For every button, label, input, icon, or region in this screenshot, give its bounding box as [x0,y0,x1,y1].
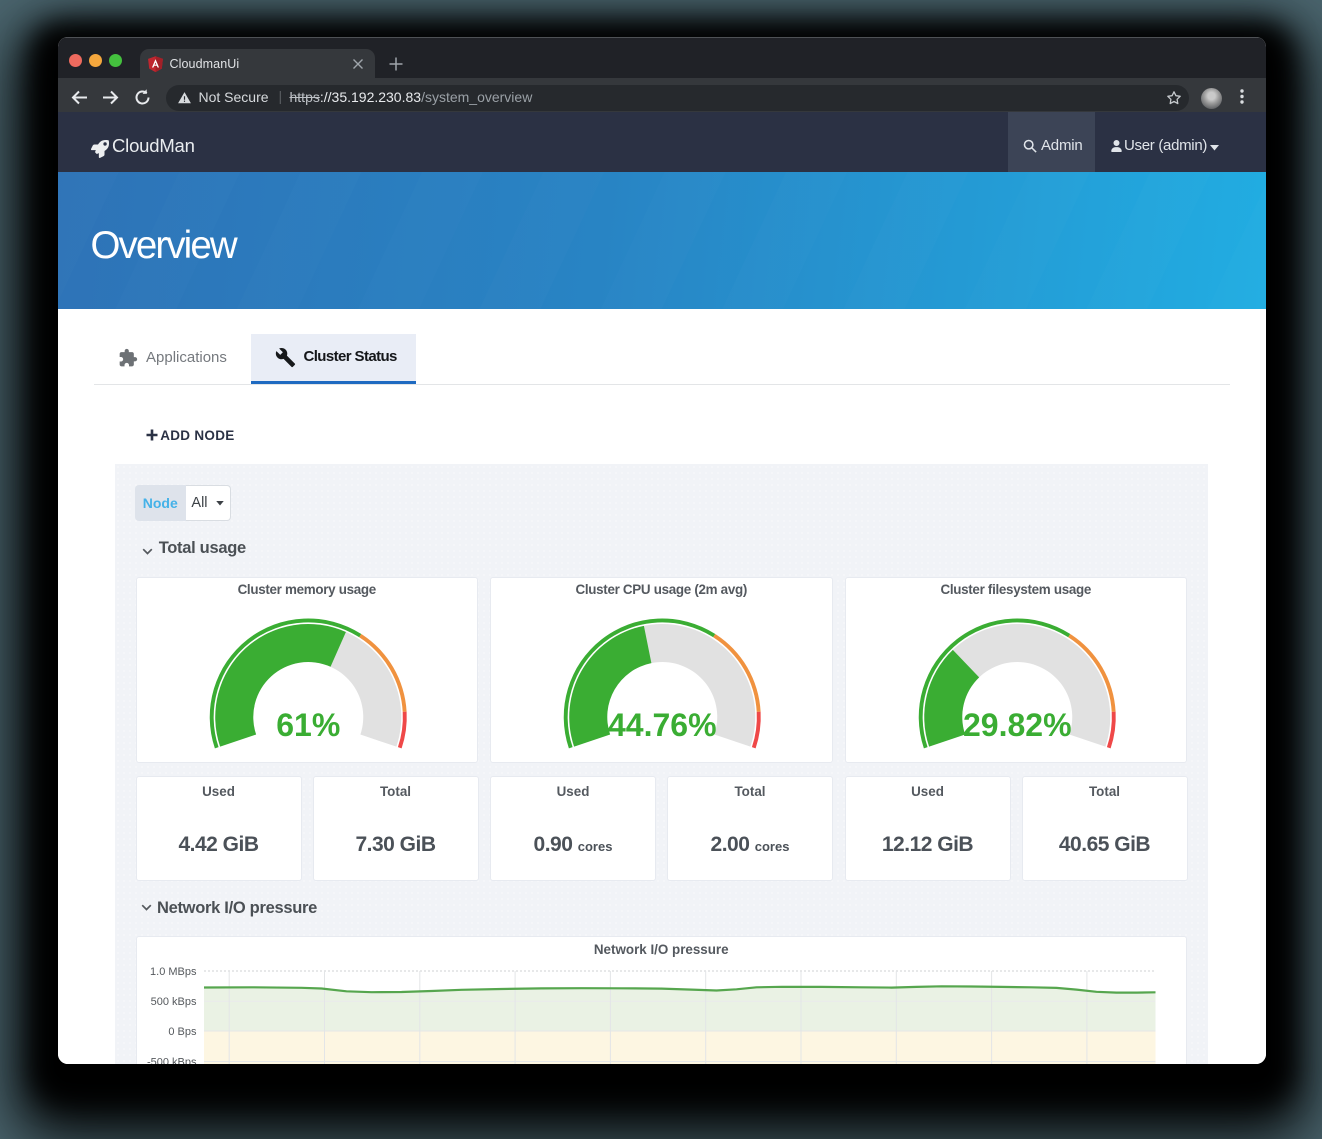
svg-text:29.82%: 29.82% [962,707,1071,743]
svg-text:0 Bps: 0 Bps [168,1025,197,1037]
svg-text:-500 kBps: -500 kBps [146,1056,196,1064]
svg-text:1.0 MBps: 1.0 MBps [150,965,197,977]
svg-text:61%: 61% [276,707,340,743]
svg-text:44.76%: 44.76% [608,707,717,743]
svg-text:500 kBps: 500 kBps [150,996,196,1008]
